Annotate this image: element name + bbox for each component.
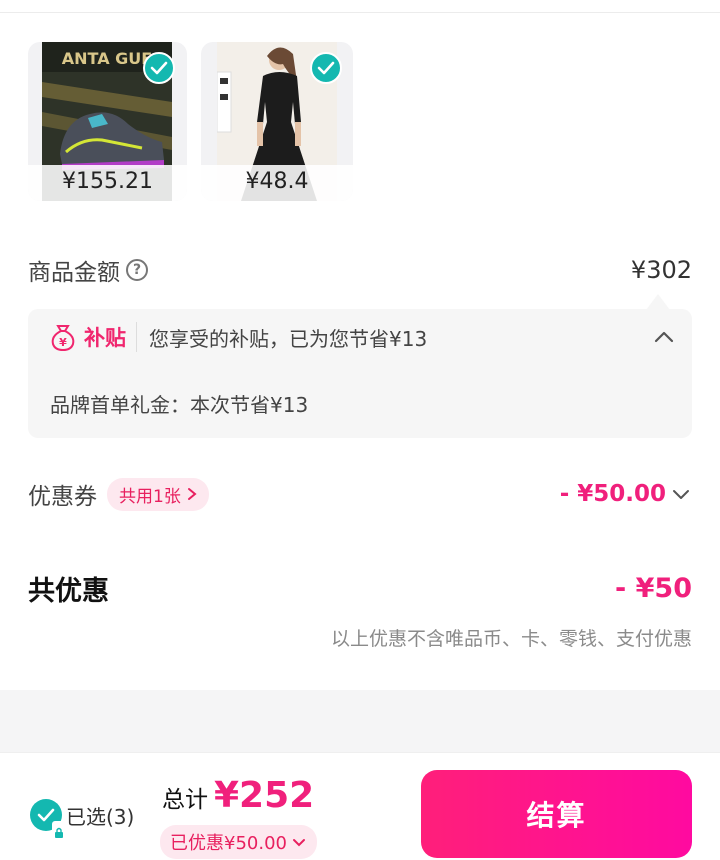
coupon-label: 优惠券 [28,484,97,510]
subsidy-detail: 品牌首单礼金：本次节省¥13 [50,393,309,417]
amount-value: ¥302 [630,256,692,284]
help-icon[interactable]: ? [126,259,148,281]
selected-count: 已选(3) [66,804,135,829]
section-spacer [0,690,720,752]
coupon-label-group: 优惠券 共用1张 [28,477,209,511]
subsidy-summary: 您享受的补贴，已为您节省¥13 [149,326,428,351]
coupon-row[interactable]: 优惠券 共用1张 - ¥50.00 [28,476,692,512]
product-price: ¥48.4 [201,165,353,201]
product-card-dress[interactable]: ¥48.4 [201,42,353,201]
checkout-button[interactable]: 结算 [421,770,692,858]
chevron-right-icon [187,488,197,500]
chevron-up-icon[interactable] [652,325,676,349]
chevron-down-icon [292,839,305,847]
subsidy-panel: ¥ 补贴 您享受的补贴，已为您节省¥13 品牌首单礼金：本次节省¥13 [28,309,692,438]
coupon-badge-text: 共用1张 [119,486,181,507]
total-discount-row: 共优惠 - ¥50 [28,568,692,608]
total-group: 总计 ¥252 [162,775,314,816]
selected-check-icon[interactable] [310,52,342,84]
discount-note: 以上优惠不含唯品币、卡、零钱、支付优惠 [330,628,692,650]
subsidy-tag: 补贴 [84,322,137,352]
amount-label: 商品金额 [28,260,120,286]
checkout-bar: 已选(3) 总计 ¥252 已优惠¥50.00 结算 [0,752,720,860]
chevron-down-icon [673,490,689,499]
saved-text: 已优惠¥50.00 [170,833,287,854]
money-bag-icon: ¥ [51,325,75,352]
svg-text:¥: ¥ [59,336,67,349]
select-all[interactable]: 已选(3) [30,799,135,838]
coupon-value: - ¥50.00 [559,481,666,507]
svg-text:ANTA GUE: ANTA GUE [62,49,152,68]
amount-row: 商品金额 ? ¥302 [28,252,692,288]
selected-check-icon[interactable] [30,799,66,838]
subsidy-pointer [646,294,670,310]
selected-check-icon[interactable] [143,52,175,84]
discount-value: - ¥50 [615,572,692,604]
discount-label: 共优惠 [28,575,109,607]
product-list: ANTA GUE ¥155.21 ¥48.4 [28,42,353,201]
top-divider [0,12,720,13]
total-label: 总计 [162,787,208,813]
coupon-badge[interactable]: 共用1张 [107,477,209,511]
saved-badge[interactable]: 已优惠¥50.00 [160,825,317,859]
amount-label-group: 商品金额 ? [28,253,148,287]
total-value: ¥252 [214,775,315,816]
product-price: ¥155.21 [28,165,187,201]
coupon-value-group[interactable]: - ¥50.00 [560,481,692,507]
subsidy-header[interactable]: ¥ 补贴 您享受的补贴，已为您节省¥13 [48,321,676,353]
product-card-sneaker[interactable]: ANTA GUE ¥155.21 [28,42,187,201]
lock-icon [52,821,66,838]
